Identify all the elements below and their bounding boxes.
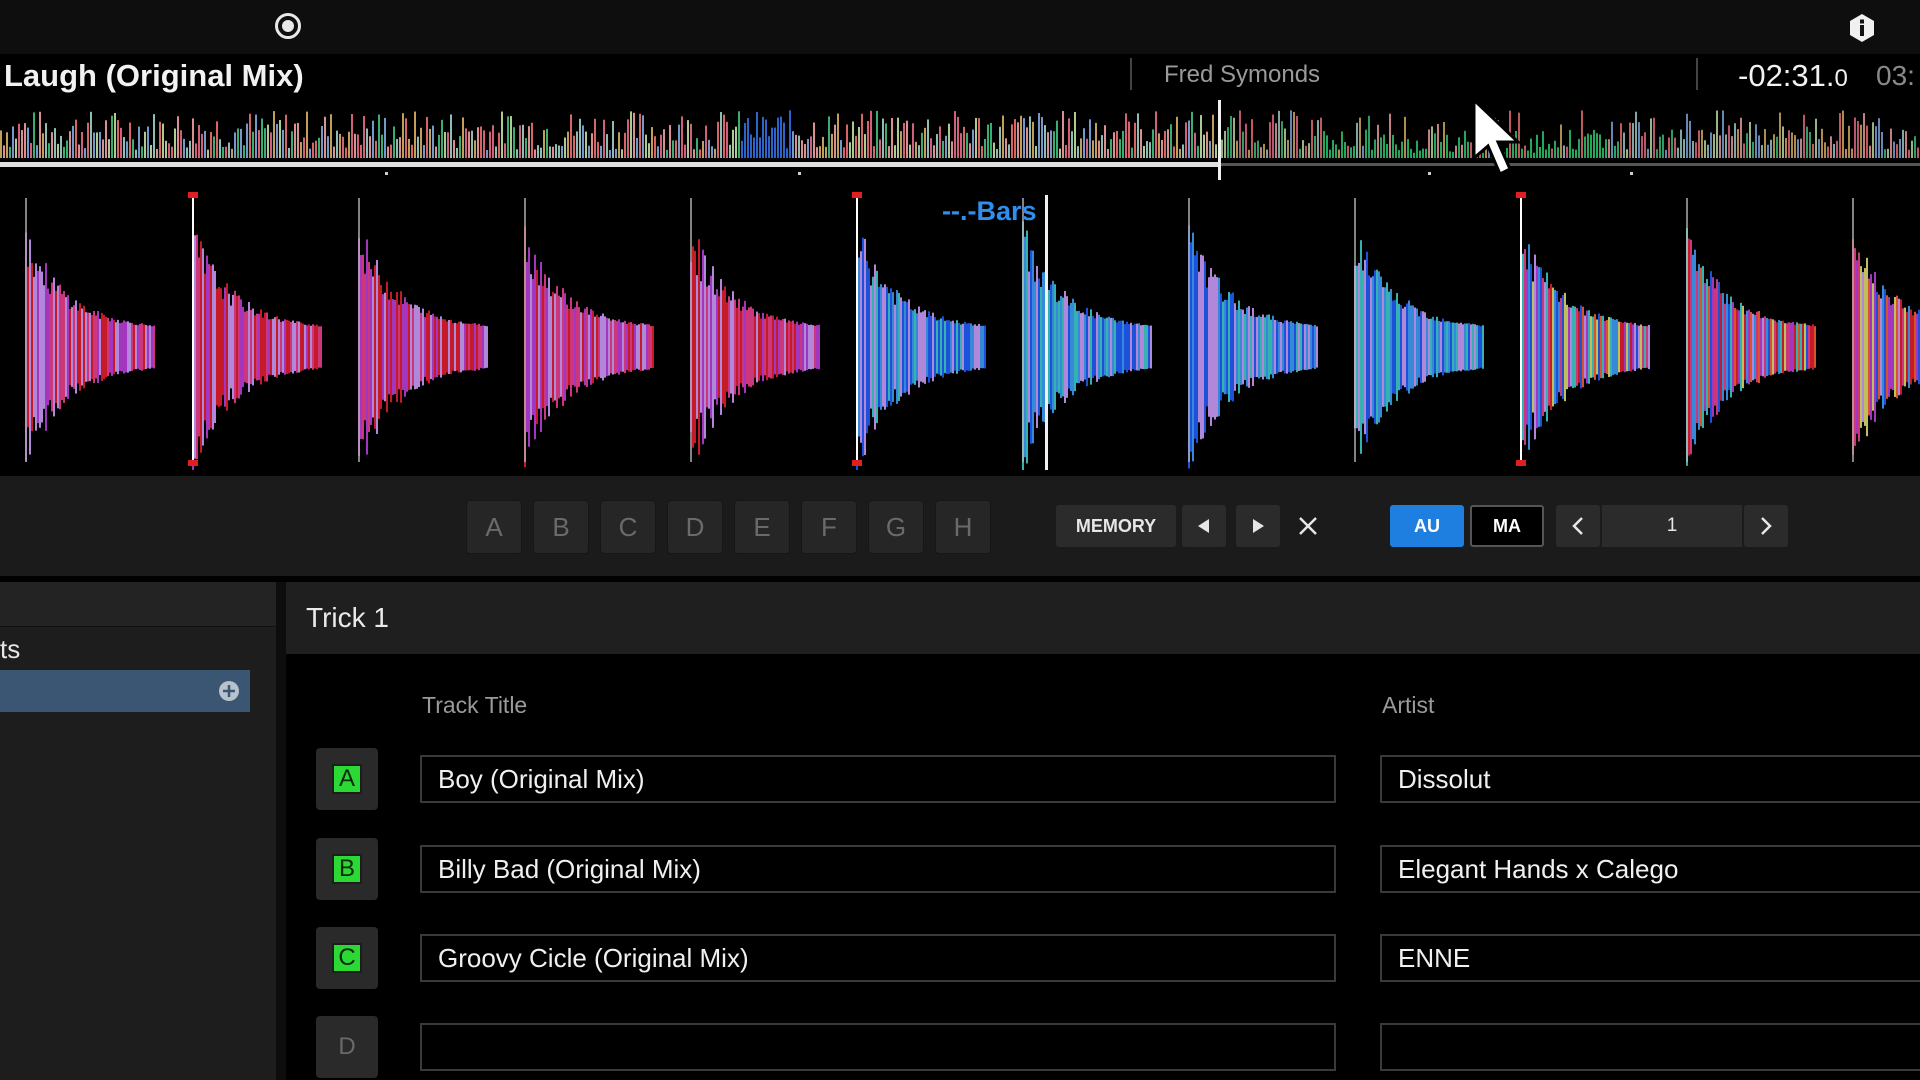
- left-panel-label: ts: [0, 634, 21, 664]
- record-icon: [275, 13, 301, 39]
- record-button[interactable]: [268, 6, 308, 46]
- hot-cue-g-button[interactable]: G: [868, 500, 924, 554]
- slot-d-button[interactable]: D: [316, 1016, 378, 1078]
- track-artist: Fred Symonds: [1164, 61, 1321, 88]
- slot-b-button[interactable]: B: [316, 838, 378, 900]
- artist-field[interactable]: Dissolut: [1380, 755, 1920, 803]
- hot-cue-c-button[interactable]: C: [600, 500, 656, 554]
- slot-label: D: [338, 1033, 356, 1060]
- hot-cue-f-button[interactable]: F: [801, 500, 857, 554]
- triangle-right-icon: [1253, 519, 1264, 533]
- artist-field[interactable]: ENNE: [1380, 934, 1920, 982]
- mouse-cursor-icon: [1472, 96, 1522, 177]
- manual-mode-button[interactable]: MA: [1470, 505, 1544, 547]
- info-icon[interactable]: [1846, 12, 1878, 44]
- triangle-left-icon: [1198, 519, 1209, 533]
- memory-button[interactable]: MEMORY: [1056, 505, 1176, 547]
- auto-mode-button[interactable]: AU: [1390, 505, 1464, 547]
- track-title-field[interactable]: Billy Bad (Original Mix): [420, 845, 1336, 893]
- hot-cue-d-button[interactable]: D: [667, 500, 723, 554]
- slot-a-button[interactable]: A: [316, 748, 378, 810]
- memory-delete-button[interactable]: [1286, 505, 1330, 547]
- left-panel: [0, 582, 276, 1080]
- memory-prev-button[interactable]: [1182, 505, 1226, 547]
- left-panel-header: [0, 582, 276, 627]
- main-waveform[interactable]: [0, 190, 1920, 470]
- hot-cue-a-button[interactable]: A: [466, 500, 522, 554]
- memory-next-button[interactable]: [1236, 505, 1280, 547]
- hot-cue-h-button[interactable]: H: [935, 500, 991, 554]
- track-title-field[interactable]: Boy (Original Mix): [420, 755, 1336, 803]
- panel-title: Trick 1: [306, 602, 389, 633]
- chevron-left-icon: [1572, 517, 1583, 535]
- slot-label: A: [332, 764, 362, 794]
- page-number: 1: [1602, 505, 1742, 547]
- page-prev-button[interactable]: [1556, 505, 1600, 547]
- bars-counter: --.-Bars: [942, 196, 1037, 226]
- remaining-time-main: -02:31.: [1738, 58, 1835, 93]
- remaining-time-fraction: 0: [1834, 65, 1848, 92]
- slot-label: C: [332, 943, 362, 973]
- plus-circle-icon[interactable]: [218, 680, 240, 702]
- header-divider: [1130, 58, 1132, 90]
- hot-cue-e-button[interactable]: E: [734, 500, 790, 554]
- trick-panel-header: [286, 582, 1920, 654]
- track-title: Laugh (Original Mix): [4, 58, 304, 93]
- total-time: 03:: [1876, 60, 1915, 91]
- trick-panel: [286, 582, 1920, 1080]
- panel-divider: [276, 582, 286, 1080]
- left-panel-selected-item[interactable]: [0, 670, 250, 712]
- artist-field[interactable]: [1380, 1023, 1920, 1071]
- slot-c-button[interactable]: C: [316, 927, 378, 989]
- artist-field[interactable]: Elegant Hands x Calego: [1380, 845, 1920, 893]
- page-next-button[interactable]: [1744, 505, 1788, 547]
- remaining-time: -02:31.0: [1738, 58, 1848, 94]
- slot-label: B: [332, 854, 362, 884]
- overview-waveform[interactable]: [0, 100, 1920, 180]
- track-title-field[interactable]: Groovy Cicle (Original Mix): [420, 934, 1336, 982]
- header-divider: [1696, 58, 1698, 90]
- column-header-artist: Artist: [1382, 692, 1435, 718]
- column-header-track-title: Track Title: [422, 692, 528, 718]
- chevron-right-icon: [1761, 517, 1772, 535]
- track-title-field[interactable]: [420, 1023, 1336, 1071]
- close-icon: [1299, 517, 1317, 535]
- hot-cue-b-button[interactable]: B: [533, 500, 589, 554]
